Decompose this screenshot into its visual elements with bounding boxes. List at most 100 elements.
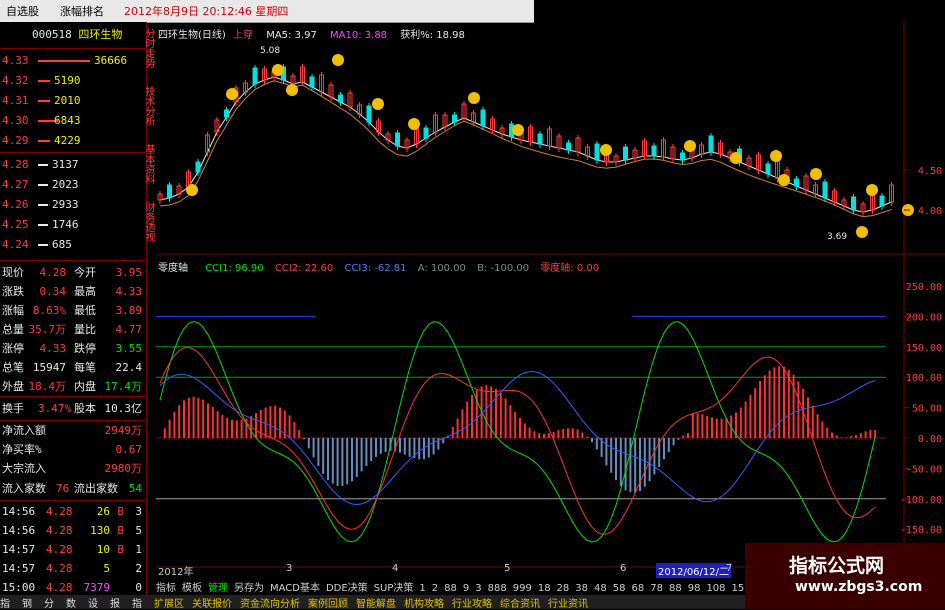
- tab-watchlist[interactable]: 自选股: [6, 3, 39, 19]
- volume-bar: [38, 60, 90, 62]
- indicator-tab[interactable]: 1: [419, 583, 425, 594]
- fund-flow-row: 净买率% 0.67: [2, 443, 142, 456]
- indicator-tab[interactable]: 78: [650, 583, 663, 594]
- indicator-tab[interactable]: 48: [594, 583, 607, 594]
- ask-row: 4.32 5190: [2, 72, 144, 90]
- footer-item[interactable]: 指: [0, 599, 10, 610]
- ask-row: 4.33 36666: [2, 52, 144, 70]
- bid-price: 4.27: [2, 178, 29, 191]
- indicator-tab[interactable]: 3: [475, 583, 481, 594]
- tick-time: 14:57: [2, 562, 36, 575]
- indicator-tab[interactable]: 38: [575, 583, 588, 594]
- quote-row: 总笔 15947 每笔 22.4: [2, 361, 142, 374]
- smiley-marker: [512, 124, 524, 136]
- candle-body: [623, 146, 628, 161]
- tick-volume: 130: [90, 524, 110, 537]
- indicator-tab[interactable]: 2: [432, 583, 438, 594]
- bid-price: 4.26: [2, 198, 29, 211]
- datetime: 2012年8月9日 20:12:46 星期四: [124, 5, 289, 18]
- tick-row: 14:57 4.28 5 2: [2, 560, 144, 578]
- cci-axis-label: 50.00: [912, 404, 942, 415]
- footer-item[interactable]: 智能解盘: [356, 599, 396, 610]
- ask-row: 4.31 2010: [2, 92, 144, 110]
- quote-row: 涨停 4.33 跌停 3.55: [2, 342, 142, 355]
- indicator-tab[interactable]: 模板: [182, 583, 202, 594]
- footer-item[interactable]: 报: [110, 599, 120, 610]
- ma10-line: [159, 80, 892, 218]
- watermark: 指标公式网 www.zbgs3.com: [745, 543, 945, 609]
- indicator-tab[interactable]: 88: [444, 583, 457, 594]
- quote-row: 外盘 18.4万 内盘 17.4万: [2, 380, 142, 393]
- footer-item[interactable]: 指: [132, 599, 142, 610]
- candle-body: [309, 76, 315, 88]
- vtab-1[interactable]: 技术分析: [140, 86, 156, 126]
- footer-item[interactable]: 机构攻略: [404, 599, 444, 610]
- vtab-0[interactable]: 分时走势: [140, 28, 156, 68]
- tick-time: 15:00: [2, 581, 36, 594]
- indicator-tab[interactable]: 999: [513, 583, 532, 594]
- footer-item[interactable]: 资金流向分析: [240, 599, 300, 610]
- tick-count: 5: [135, 524, 142, 537]
- ma5-label: MA5: 3.97: [266, 30, 317, 41]
- vtab-2[interactable]: 基本资料: [140, 144, 156, 184]
- cci-axis-label: 150.00: [906, 343, 942, 354]
- footer-item[interactable]: 钢: [22, 599, 32, 610]
- tick-count: 1: [135, 543, 142, 556]
- indicator-tab[interactable]: DDE决策: [326, 583, 368, 594]
- footer-item[interactable]: 关联报价: [192, 599, 232, 610]
- vtab-3[interactable]: 财务透视: [140, 202, 156, 242]
- smiley-marker: [778, 174, 790, 186]
- indicator-tab[interactable]: 88: [669, 583, 682, 594]
- tick-volume: 10: [96, 543, 110, 556]
- tab-gain-ranking[interactable]: 涨幅排名: [60, 3, 104, 19]
- footer-item[interactable]: 设: [88, 599, 98, 610]
- volume-bar: [38, 100, 50, 102]
- indicator-tab[interactable]: 98: [688, 583, 701, 594]
- crosshair-date: 2012/06/12/二: [656, 563, 732, 578]
- indicator-tab[interactable]: 888: [488, 583, 507, 594]
- indicator-tab[interactable]: 68: [632, 583, 645, 594]
- footer-item[interactable]: 行业资讯: [548, 599, 588, 610]
- indicator-tab[interactable]: 18: [538, 583, 551, 594]
- chart-area[interactable]: 4.50 4.00 250.00 200.00 150.00 100.00 50.00 0.0…: [156, 22, 945, 578]
- cci-axis-label: -50.00: [906, 464, 942, 475]
- indicator-tab[interactable]: 指标: [156, 583, 176, 594]
- tick-time: 14:57: [2, 543, 36, 556]
- candle-body: [537, 133, 543, 145]
- candle-body: [252, 67, 258, 85]
- tick-side: B: [117, 543, 124, 556]
- indicator-tab[interactable]: 108: [706, 583, 725, 594]
- candle-body: [167, 184, 172, 199]
- tick-volume: 26: [96, 505, 110, 518]
- bid-volume: 2933: [52, 198, 79, 211]
- smiley-marker: [684, 140, 696, 152]
- footer-item[interactable]: 数: [66, 599, 76, 610]
- smiley-marker: [600, 144, 612, 156]
- stock-header: 000518 四环生物: [2, 26, 144, 44]
- ask-price: 4.32: [2, 74, 29, 87]
- price-legend-title: 四环生物(日线): [158, 30, 226, 41]
- indicator-tab[interactable]: 28: [557, 583, 570, 594]
- candle-body: [452, 114, 457, 123]
- quote-panel: 000518 四环生物 4.33 36666 4.32 5190 4.31 2010 4.3…: [0, 22, 147, 609]
- smiley-marker: [286, 84, 298, 96]
- quote-row: 涨跌 0.34 最高 4.33: [2, 285, 142, 298]
- indicator-tab[interactable]: 另存为: [234, 583, 264, 594]
- ma10-label: MA10: 3.88: [330, 30, 388, 41]
- a-label: A: 100.00: [417, 263, 466, 274]
- tick-side: B: [117, 524, 124, 537]
- indicator-tab[interactable]: SUP决策: [374, 583, 414, 594]
- footer-item[interactable]: 扩展区: [154, 599, 184, 610]
- quote-row: 涨幅 8.63% 最低 3.89: [2, 304, 142, 317]
- footer-item[interactable]: 分: [44, 599, 54, 610]
- b-label: B: -100.00: [477, 263, 530, 274]
- ask-price: 4.29: [2, 134, 29, 147]
- indicator-tab[interactable]: 管理: [208, 583, 228, 594]
- footer-item[interactable]: 综合资讯: [500, 599, 540, 610]
- indicator-tab[interactable]: MACD基本: [270, 583, 320, 594]
- indicator-tab[interactable]: 9: [463, 583, 469, 594]
- footer-item[interactable]: 行业攻略: [452, 599, 492, 610]
- indicator-tab[interactable]: 58: [613, 583, 626, 594]
- footer-item[interactable]: 案例回顾: [308, 599, 348, 610]
- stock-name: 四环生物: [78, 28, 123, 41]
